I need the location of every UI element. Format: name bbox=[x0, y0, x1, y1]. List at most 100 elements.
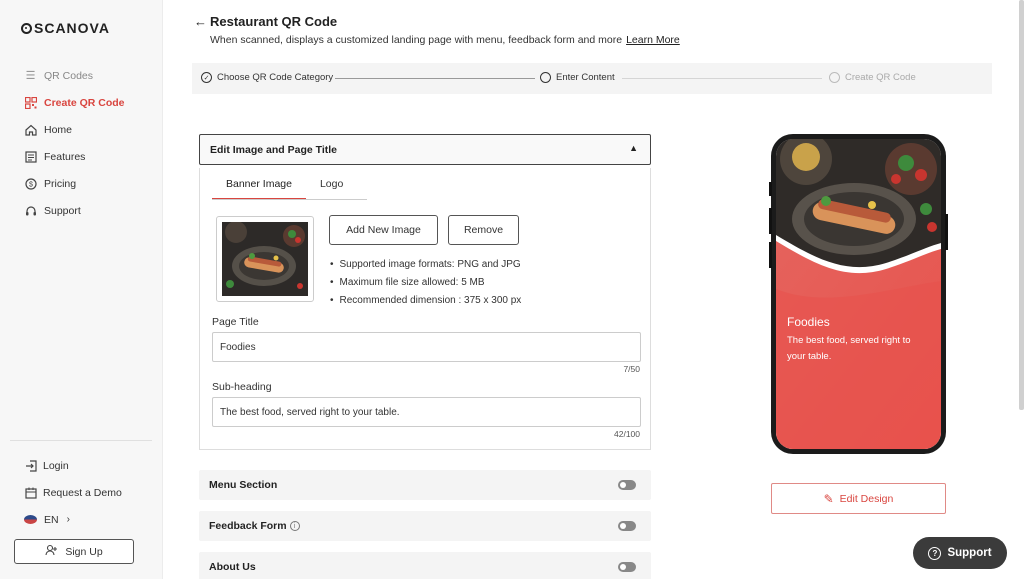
feedback-form-toggle[interactable] bbox=[618, 521, 636, 531]
tab-logo[interactable]: Logo bbox=[306, 172, 357, 200]
sign-up-button[interactable]: Sign Up bbox=[14, 539, 134, 564]
logo-text: SCANOVA bbox=[34, 20, 110, 36]
step-label: Enter Content bbox=[556, 72, 615, 83]
sidebar-item-label: Create QR Code bbox=[44, 96, 125, 109]
edit-image-panel: Banner Image Logo Add New Image Remove S… bbox=[199, 168, 651, 450]
headset-icon bbox=[24, 204, 37, 217]
page-subtitle: When scanned, displays a customized land… bbox=[210, 34, 680, 46]
sidebar-divider bbox=[10, 440, 152, 441]
logo-icon bbox=[21, 22, 32, 34]
preview-title: Foodies bbox=[787, 315, 830, 329]
phone-side-button bbox=[769, 242, 772, 268]
login-link[interactable]: Login bbox=[24, 452, 122, 479]
language-label: EN bbox=[44, 513, 59, 526]
list-icon: ☰ bbox=[25, 70, 36, 82]
edit-design-button[interactable]: ✎ Edit Design bbox=[771, 483, 946, 514]
sidebar-bottom-nav: Login Request a Demo EN › bbox=[24, 452, 122, 533]
banner-image-thumbnail bbox=[216, 216, 314, 302]
tab-banner-image[interactable]: Banner Image bbox=[212, 172, 306, 200]
phone-screen: Foodies The best food, served right to y… bbox=[776, 139, 941, 449]
section-label: Menu Section bbox=[209, 479, 278, 491]
page-scrollbar[interactable] bbox=[1019, 0, 1024, 410]
sidebar-item-label: Features bbox=[44, 150, 86, 163]
step-connector bbox=[622, 78, 822, 79]
current-step-circle-icon bbox=[540, 72, 551, 83]
preview-subtitle: The best food, served right to your tabl… bbox=[787, 335, 911, 362]
edit-design-label: Edit Design bbox=[839, 492, 894, 505]
sidebar-nav: ☰ QR Codes Create QR Code Home Features … bbox=[24, 62, 125, 224]
menu-section-row[interactable]: Menu Section bbox=[199, 470, 651, 500]
step-create-qr-code: Create QR Code bbox=[829, 72, 916, 83]
sidebar: SCANOVA ☰ QR Codes Create QR Code Home F… bbox=[0, 0, 163, 579]
page-title-label: Page Title bbox=[212, 316, 259, 328]
preview-banner-image bbox=[776, 139, 941, 449]
image-tabs: Banner Image Logo bbox=[212, 172, 357, 200]
qr-grid-icon bbox=[24, 96, 37, 109]
add-user-icon bbox=[45, 544, 58, 559]
section-label: Feedback Form bbox=[209, 520, 287, 532]
add-new-image-button[interactable]: Add New Image bbox=[329, 215, 438, 245]
logo[interactable]: SCANOVA bbox=[21, 20, 110, 36]
step-label: Choose QR Code Category bbox=[217, 72, 334, 83]
subheading-counter: 42/100 bbox=[614, 429, 640, 439]
sidebar-item-label: Pricing bbox=[44, 177, 77, 190]
us-flag-icon bbox=[24, 515, 37, 524]
page-subtitle-text: When scanned, displays a customized land… bbox=[210, 34, 623, 46]
sidebar-item-home[interactable]: Home bbox=[24, 116, 125, 143]
support-chat-button[interactable]: ? Support bbox=[913, 537, 1007, 569]
back-arrow-icon[interactable]: ← bbox=[194, 14, 207, 29]
question-circle-icon: ? bbox=[928, 546, 942, 560]
step-enter-content: Enter Content bbox=[540, 72, 615, 83]
pending-step-circle-icon bbox=[829, 72, 840, 83]
sidebar-item-label: Support bbox=[44, 204, 81, 217]
about-us-row[interactable]: About Us bbox=[199, 552, 651, 579]
remove-image-button[interactable]: Remove bbox=[448, 215, 519, 245]
menu-section-toggle[interactable] bbox=[618, 480, 636, 490]
svg-text:$: $ bbox=[29, 181, 33, 188]
phone-side-button bbox=[769, 208, 772, 234]
step-label: Create QR Code bbox=[845, 72, 916, 83]
login-icon bbox=[24, 459, 37, 472]
sidebar-item-features[interactable]: Features bbox=[24, 143, 125, 170]
features-icon bbox=[24, 150, 37, 163]
accordion-title: Edit Image and Page Title bbox=[210, 143, 338, 156]
sign-up-label: Sign Up bbox=[65, 545, 103, 558]
learn-more-link[interactable]: Learn More bbox=[626, 34, 680, 46]
about-us-toggle[interactable] bbox=[618, 562, 636, 572]
sidebar-item-label: Home bbox=[44, 123, 73, 136]
list-item: Supported image formats: PNG and JPG bbox=[330, 255, 521, 273]
edit-image-accordion-header[interactable]: Edit Image and Page Title ▲ bbox=[199, 134, 651, 165]
tabs-divider bbox=[212, 199, 367, 200]
step-connector bbox=[335, 78, 535, 79]
pencil-icon: ✎ bbox=[823, 491, 834, 506]
sidebar-item-label: QR Codes bbox=[44, 69, 94, 82]
phone-preview: Foodies The best food, served right to y… bbox=[769, 134, 948, 454]
feedback-form-row[interactable]: Feedback Form i bbox=[199, 511, 651, 541]
food-image bbox=[222, 222, 308, 296]
request-demo-label: Request a Demo bbox=[43, 486, 122, 499]
sidebar-item-qr-codes[interactable]: ☰ QR Codes bbox=[24, 62, 125, 89]
subheading-input[interactable]: The best food, served right to your tabl… bbox=[212, 397, 641, 427]
request-demo-link[interactable]: Request a Demo bbox=[24, 479, 122, 506]
sidebar-item-create-qr-code[interactable]: Create QR Code bbox=[24, 89, 125, 116]
subheading-label: Sub-heading bbox=[212, 381, 272, 393]
chevron-right-icon: › bbox=[66, 514, 70, 525]
phone-side-button bbox=[945, 214, 948, 250]
support-label: Support bbox=[947, 547, 992, 559]
list-item: Recommended dimension : 375 x 300 px bbox=[330, 291, 522, 309]
pricing-icon: $ bbox=[24, 177, 37, 190]
check-circle-icon: ✓ bbox=[201, 72, 212, 83]
preview-text-block: Foodies The best food, served right to y… bbox=[787, 315, 927, 365]
sidebar-item-support[interactable]: Support bbox=[24, 197, 125, 224]
login-label: Login bbox=[43, 459, 69, 472]
calendar-icon bbox=[24, 486, 37, 499]
sidebar-item-pricing[interactable]: $ Pricing bbox=[24, 170, 125, 197]
page-title: Restaurant QR Code bbox=[210, 14, 338, 29]
info-icon[interactable]: i bbox=[289, 521, 300, 531]
page-title-input[interactable]: Foodies bbox=[212, 332, 641, 362]
list-item: Maximum file size allowed: 5 MB bbox=[330, 273, 521, 291]
progress-stepper: ✓ Choose QR Code Category Enter Content … bbox=[192, 63, 992, 94]
language-selector[interactable]: EN › bbox=[24, 506, 122, 533]
step-choose-category[interactable]: ✓ Choose QR Code Category bbox=[201, 72, 333, 83]
chevron-up-icon: ▲ bbox=[629, 143, 638, 153]
